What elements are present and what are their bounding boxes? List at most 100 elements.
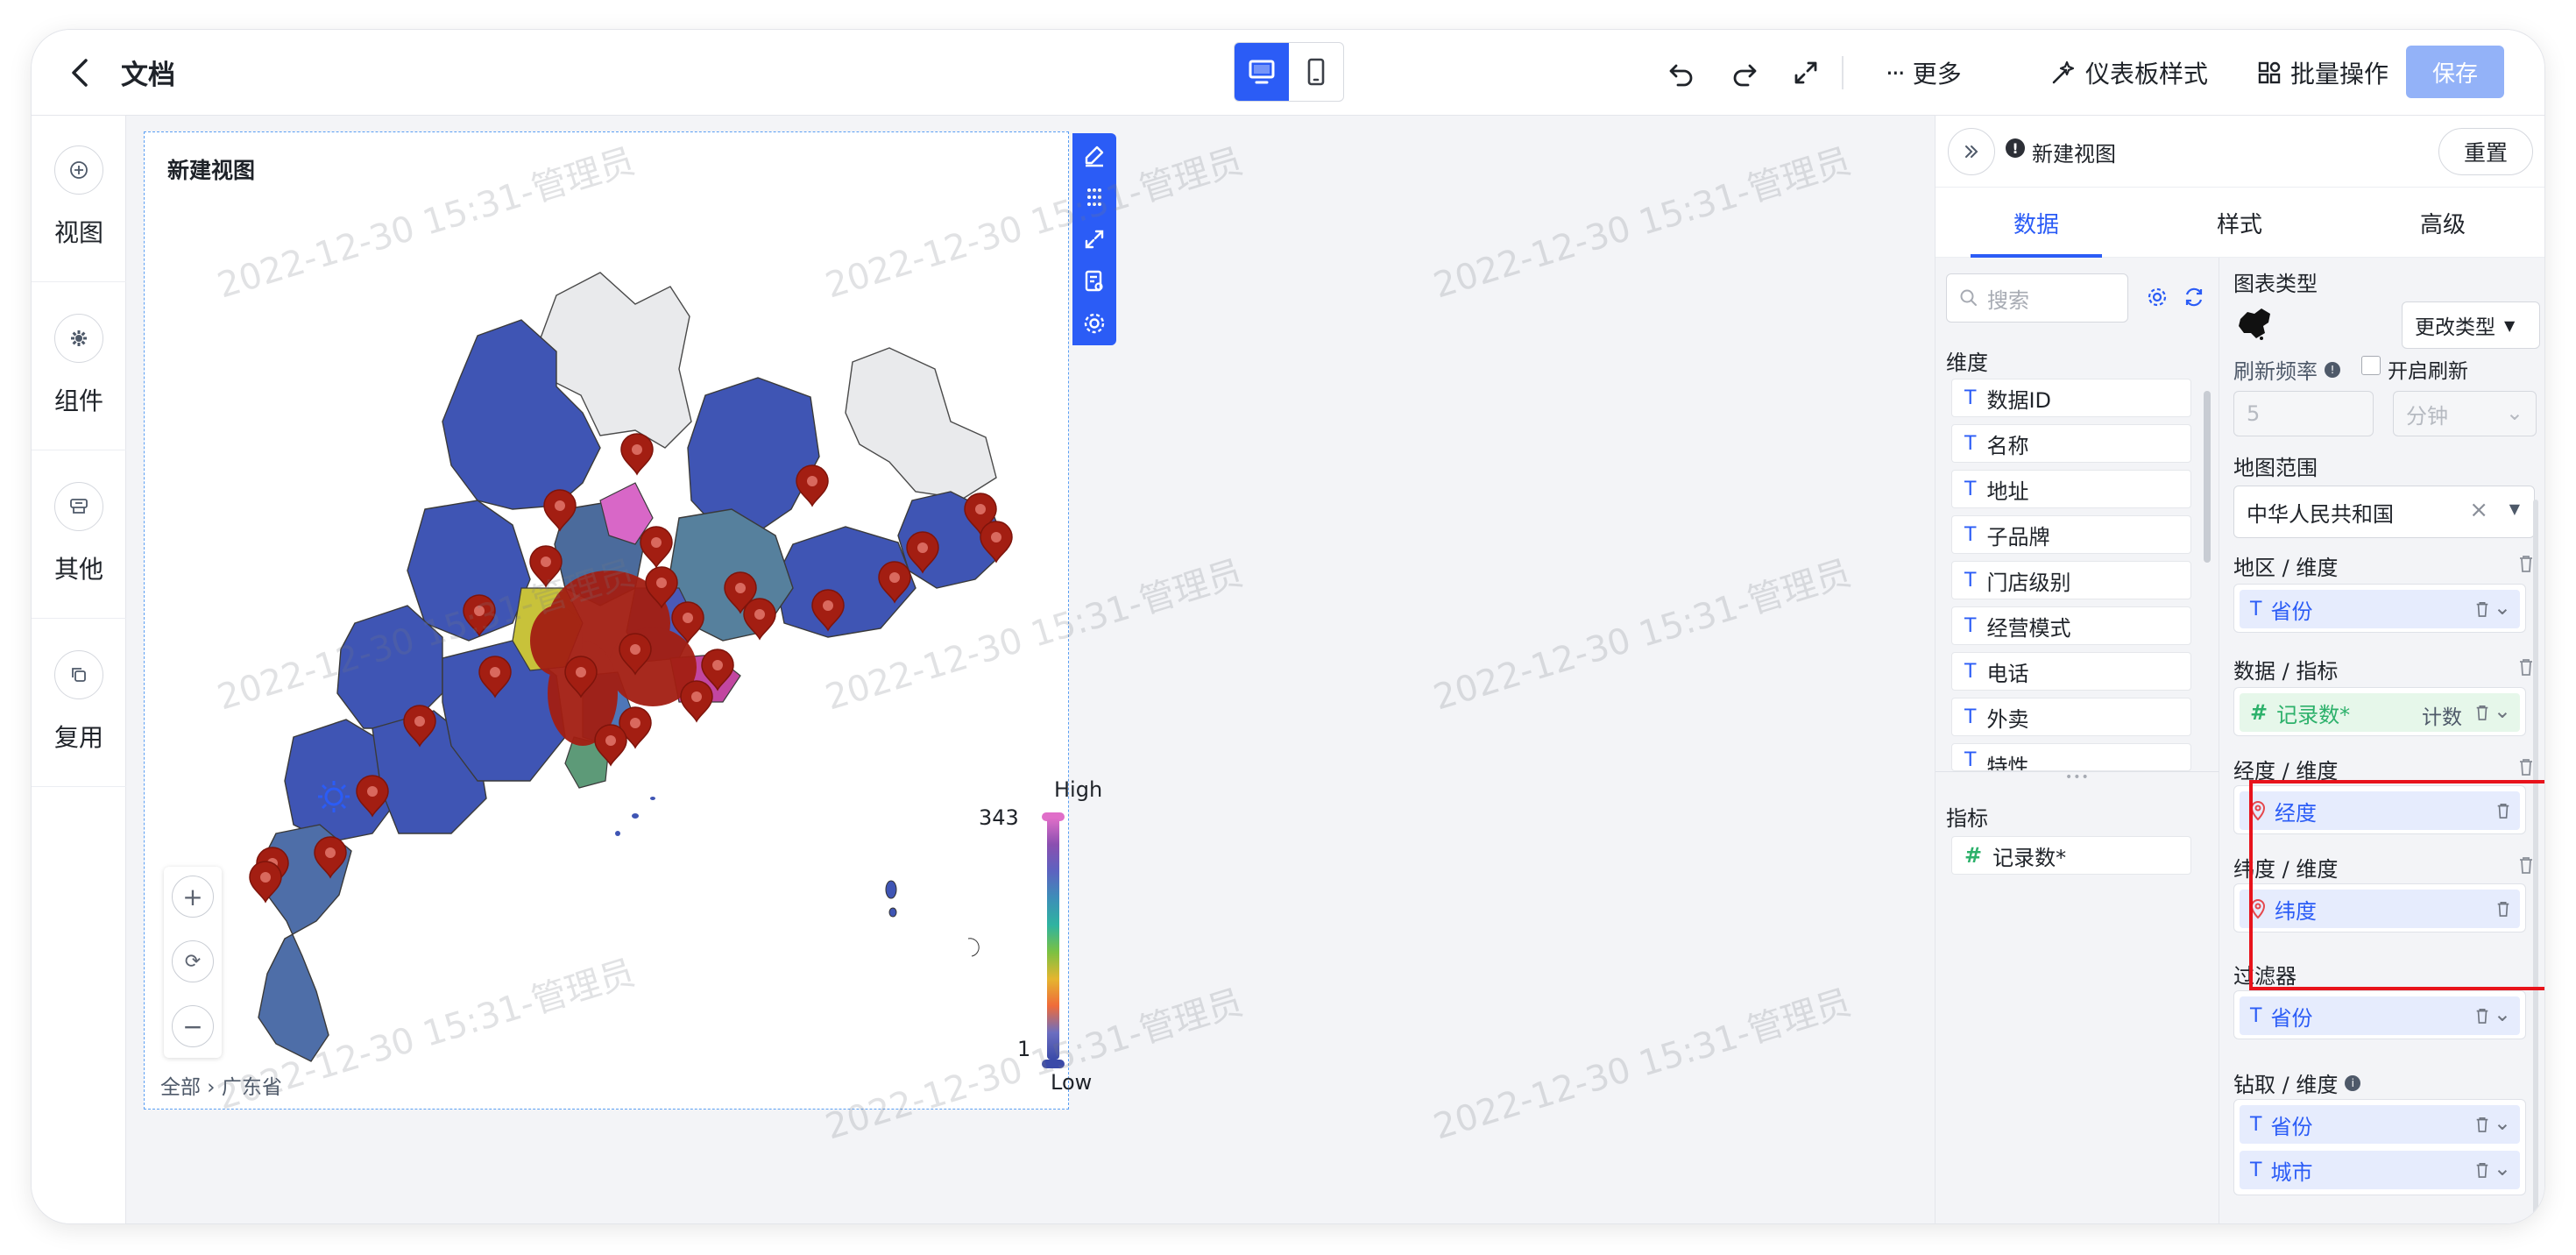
chevron-down-icon[interactable]: ⌄ bbox=[2494, 1156, 2511, 1181]
dimension-field[interactable]: T 名称 bbox=[1951, 424, 2191, 463]
tab-advanced[interactable]: 高级 bbox=[2377, 188, 2509, 258]
zoom-in-button[interactable]: + bbox=[172, 876, 214, 918]
map-island bbox=[632, 813, 639, 819]
refresh-interval-input[interactable]: 5 bbox=[2233, 391, 2374, 436]
map-scope-select[interactable]: 中华人民共和国 × ▼ bbox=[2233, 486, 2535, 538]
caret-down-icon: ▼ bbox=[2509, 500, 2520, 517]
drill-slot[interactable]: T 省份 ⌄ T 城市 ⌄ bbox=[2233, 1099, 2526, 1195]
dimension-field[interactable]: T 门店级别 bbox=[1951, 561, 2191, 599]
legend-gradient-bar bbox=[1047, 818, 1059, 1060]
metric-pill[interactable]: # 记录数* 计数 ⌄ bbox=[2240, 693, 2520, 732]
change-type-select[interactable]: 更改类型 ▼ bbox=[2402, 301, 2540, 349]
dimension-field[interactable]: T 电话 bbox=[1951, 652, 2191, 691]
redo-icon[interactable] bbox=[1726, 54, 1763, 91]
dimension-field[interactable]: T 子品牌 bbox=[1951, 515, 2191, 554]
save-button[interactable]: 保存 bbox=[2406, 46, 2504, 98]
dimension-field[interactable]: T 特性 bbox=[1951, 743, 2191, 771]
trash-icon[interactable] bbox=[2517, 757, 2537, 778]
collapse-panel-button[interactable] bbox=[1948, 128, 1995, 175]
nav-item-component[interactable]: 组件 bbox=[32, 284, 126, 450]
zoom-reset-button[interactable]: ⟳ bbox=[172, 940, 214, 982]
field-label: 门店级别 bbox=[1986, 570, 2071, 595]
region-dimension-pill[interactable]: T 省份 ⌄ bbox=[2240, 590, 2520, 628]
filter-pill[interactable]: T 省份 ⌄ bbox=[2240, 996, 2520, 1035]
trash-icon[interactable] bbox=[2474, 599, 2490, 623]
auto-refresh-checkbox[interactable] bbox=[2361, 356, 2381, 375]
fullscreen-icon[interactable] bbox=[1787, 54, 1824, 91]
map-island bbox=[888, 907, 897, 918]
metric-label: 数据 / 指标 bbox=[2233, 659, 2339, 684]
field-label: 经营模式 bbox=[1986, 615, 2071, 641]
trash-icon[interactable] bbox=[2474, 1005, 2490, 1030]
mobile-view-button[interactable] bbox=[1289, 43, 1343, 101]
chevron-down-icon[interactable]: ⌄ bbox=[2494, 1110, 2511, 1135]
watermark: 2022-12-30 15:31-管理员 bbox=[1428, 552, 1856, 719]
trash-icon[interactable] bbox=[2474, 1159, 2490, 1184]
drill-pill-city[interactable]: T 城市 ⌄ bbox=[2240, 1151, 2520, 1189]
more-button[interactable]: ··· 更多 bbox=[1886, 53, 1962, 93]
clear-icon[interactable]: × bbox=[2469, 497, 2488, 523]
section-resizer[interactable]: ••• bbox=[1936, 770, 2219, 784]
chevron-down-icon[interactable]: ⌄ bbox=[2494, 595, 2511, 620]
chevron-down-icon[interactable]: ⌄ bbox=[2494, 698, 2511, 723]
dimension-field[interactable]: T 数据ID bbox=[1951, 379, 2191, 417]
undo-icon[interactable] bbox=[1663, 54, 1700, 91]
trash-icon[interactable] bbox=[2517, 657, 2537, 678]
edit-icon[interactable] bbox=[1079, 140, 1109, 170]
map-chart-card[interactable]: 新建视图 + ⟳ − 全部 › 广东省 High 343 1 Low bbox=[144, 131, 1102, 1110]
guangdong-map[interactable] bbox=[145, 132, 1070, 1110]
tab-data[interactable]: 数据 bbox=[1971, 188, 2102, 258]
drag-grid-icon[interactable] bbox=[1079, 182, 1109, 212]
search-icon bbox=[1960, 289, 1977, 306]
trash-icon[interactable] bbox=[2517, 554, 2537, 575]
zoom-out-button[interactable]: − bbox=[172, 1005, 214, 1047]
metric-slot[interactable]: # 记录数* 计数 ⌄ bbox=[2233, 687, 2526, 736]
trash-icon[interactable] bbox=[2474, 702, 2490, 727]
dashboard-style-button[interactable]: 仪表板样式 bbox=[2050, 53, 2208, 93]
visual-map-legend[interactable]: High 343 1 Low bbox=[979, 777, 1102, 1095]
watermark: 2022-12-30 15:31-管理员 bbox=[1428, 982, 1856, 1148]
map-pin-dot bbox=[735, 583, 746, 593]
nav-label-component: 组件 bbox=[53, 386, 103, 415]
chevron-down-icon[interactable]: ⌄ bbox=[2494, 1002, 2511, 1026]
reset-button[interactable]: 重置 bbox=[2438, 128, 2533, 175]
dimension-field[interactable]: T 经营模式 bbox=[1951, 606, 2191, 645]
dimension-scrollbar[interactable] bbox=[2204, 391, 2211, 563]
refresh-unit-select[interactable]: 分钟 ⌄ bbox=[2393, 391, 2537, 436]
measure-field[interactable]: # 记录数* bbox=[1951, 836, 2191, 875]
aggregation-label: 计数 bbox=[2422, 706, 2462, 729]
trash-icon[interactable] bbox=[2474, 1114, 2490, 1138]
expand-icon[interactable] bbox=[1079, 224, 1109, 254]
nav-item-view[interactable]: 视图 bbox=[32, 116, 126, 282]
region-dimension-slot[interactable]: T 省份 ⌄ bbox=[2233, 584, 2526, 633]
map-pin-dot bbox=[605, 735, 616, 746]
text-type-icon: T bbox=[1964, 569, 1977, 592]
map-pin-dot bbox=[474, 606, 485, 616]
field-search-input[interactable]: 搜索 bbox=[1946, 273, 2128, 323]
drill-dimension-label: 钻取 / 维度 i bbox=[2233, 1067, 2361, 1098]
filter-slot[interactable]: T 省份 ⌄ bbox=[2233, 990, 2526, 1039]
batch-operation-button[interactable]: 批量操作 bbox=[2257, 53, 2388, 93]
desktop-view-button[interactable] bbox=[1235, 43, 1289, 101]
data-preview-icon[interactable] bbox=[1079, 266, 1109, 296]
back-icon[interactable] bbox=[58, 51, 102, 95]
dimension-field[interactable]: T 地址 bbox=[1951, 470, 2191, 508]
refresh-unit-label: 分钟 bbox=[2406, 403, 2448, 429]
map-breadcrumb[interactable]: 全部 › 广东省 bbox=[160, 1070, 282, 1100]
drill-pill-province[interactable]: T 省份 ⌄ bbox=[2240, 1105, 2520, 1144]
china-map-type-icon[interactable] bbox=[2235, 307, 2274, 345]
refresh-fields-icon[interactable] bbox=[2183, 286, 2205, 312]
map-pin-dot bbox=[917, 542, 928, 553]
dimension-field[interactable]: T 外卖 bbox=[1951, 698, 2191, 736]
nav-item-other[interactable]: 其他 bbox=[32, 452, 126, 619]
legend-min-value: 1 bbox=[1017, 1037, 1031, 1061]
legend-bottom-handle[interactable] bbox=[1042, 1060, 1065, 1068]
tab-style[interactable]: 样式 bbox=[2174, 188, 2305, 258]
nav-item-reuse[interactable]: 复用 bbox=[32, 620, 126, 787]
settings-icon[interactable] bbox=[1079, 308, 1109, 338]
panel-title: 新建视图 bbox=[2032, 142, 2116, 167]
text-type-icon: T bbox=[2250, 1004, 2262, 1027]
pill-label: 记录数* bbox=[2276, 702, 2351, 727]
pill-label: 省份 bbox=[2270, 599, 2313, 624]
field-settings-icon[interactable] bbox=[2146, 286, 2169, 312]
